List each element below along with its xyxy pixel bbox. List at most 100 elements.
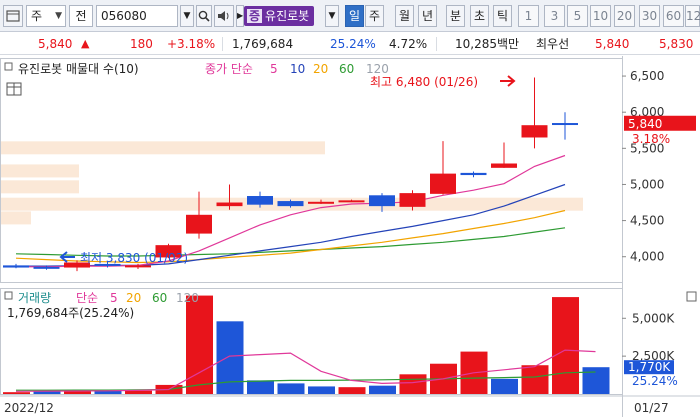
price-change: 180 <box>130 37 153 51</box>
candle-body[interactable] <box>216 202 243 207</box>
volume-bar[interactable] <box>247 380 274 394</box>
interval-tab-3[interactable]: 3 <box>544 5 565 27</box>
ma-period-5: 5 <box>270 62 278 76</box>
collapse-icon[interactable] <box>4 62 13 71</box>
candle-body[interactable] <box>338 200 365 203</box>
volume-bar[interactable] <box>521 365 549 394</box>
ma-period-20: 20 <box>313 62 328 76</box>
search-icon[interactable] <box>196 5 212 27</box>
interval-tab-10[interactable]: 10 <box>590 5 611 27</box>
ma-period-120: 120 <box>366 62 389 76</box>
ma-label: 종가 단순 <box>205 62 253 76</box>
period-select[interactable]: 전 <box>69 5 93 27</box>
interval-tab-5[interactable]: 5 <box>567 5 588 27</box>
market-select[interactable]: 주 ▼ <box>26 5 66 27</box>
price-tick-label: 6,500 <box>630 69 664 83</box>
current-price-tag: 5,840 <box>628 117 662 131</box>
priority-label: 최우선 <box>536 37 570 51</box>
candle-body[interactable] <box>552 123 578 126</box>
current-volume-tag: 1,770K <box>628 360 671 374</box>
volume-value: 1,769,684 <box>232 37 294 51</box>
ask-price: 5,840 <box>595 37 630 51</box>
vol-ma-period-120: 120 <box>176 291 199 305</box>
trade-amount: 10,285백만 <box>455 37 520 51</box>
candle-body[interactable] <box>3 265 29 268</box>
close-icon[interactable] <box>686 291 697 302</box>
volume-bar[interactable] <box>308 386 335 394</box>
volume-bar[interactable] <box>3 392 30 394</box>
speaker-icon[interactable] <box>214 5 234 27</box>
candle-body[interactable] <box>460 172 487 176</box>
chevron-right-icon[interactable]: ▶ <box>236 5 244 27</box>
candle-body[interactable] <box>277 201 304 207</box>
chevron-down-icon: ▼ <box>55 11 62 21</box>
period-tab-1[interactable]: 주 <box>365 5 384 27</box>
bid-price: 5,830 <box>659 37 694 51</box>
candle-body[interactable] <box>399 193 426 207</box>
candle-body[interactable] <box>186 214 212 234</box>
period-tab-2[interactable]: 월 <box>395 5 414 27</box>
high-price-note: 최고 6,480 (01/26) <box>370 75 478 89</box>
layout-icon[interactable] <box>3 5 23 27</box>
candle-body[interactable] <box>430 173 456 194</box>
period-tab-3[interactable]: 년 <box>418 5 437 27</box>
interval-tab-20[interactable]: 20 <box>614 5 635 27</box>
volume-ratio: 25.24% <box>330 37 376 51</box>
market-select-label: 주 <box>31 9 43 23</box>
chevron-down-icon[interactable]: ▼ <box>180 5 194 27</box>
chart-canvas[interactable]: 6,5006,0005,5005,0004,5004,000유진로봇 매물대 수… <box>0 56 700 417</box>
interval-tab-1[interactable]: 1 <box>518 5 539 27</box>
candle-body[interactable] <box>491 163 517 168</box>
chevron-down-icon[interactable]: ▼ <box>325 5 339 27</box>
current-pct-tag: 3.18% <box>632 132 670 146</box>
volume-bar[interactable] <box>125 390 152 394</box>
volume-bar[interactable] <box>277 383 305 394</box>
price-tick-label: 4,000 <box>630 250 664 264</box>
candle-body[interactable] <box>247 196 273 205</box>
stock-code-input[interactable] <box>96 5 178 27</box>
candle-body[interactable] <box>521 125 548 138</box>
up-arrow-icon: ▲ <box>81 37 90 50</box>
interval-tab-60[interactable]: 60 <box>663 5 684 27</box>
vol-ma-label: 단순 <box>76 291 98 305</box>
turnover-rate: 4.72% <box>389 37 428 51</box>
period-tab-0[interactable]: 일 <box>345 5 364 27</box>
price-panel-title: 유진로봇 매물대 수(10) <box>18 62 139 76</box>
current-price: 5,840 <box>38 37 73 51</box>
stock-name-label[interactable]: 증 유진로봇 <box>244 6 315 26</box>
volume-bar[interactable] <box>552 297 579 394</box>
candle-body[interactable] <box>308 201 334 204</box>
candle-body[interactable] <box>369 195 395 207</box>
stock-chart[interactable]: 6,500 6,000 5,500 5,000 4,500 4,000 유진로봇 매물대 수… <box>0 56 700 417</box>
volume-bar[interactable] <box>186 295 213 394</box>
candle-body[interactable] <box>125 265 151 268</box>
candle-body[interactable] <box>33 266 60 269</box>
x-axis-end-label: 01/27 <box>634 401 669 415</box>
interval-tab-30[interactable]: 30 <box>639 5 660 27</box>
ma-period-10: 10 <box>290 62 305 76</box>
divider <box>436 37 437 51</box>
interval-tab-12[interactable]: 12 <box>685 5 700 27</box>
volume-bar[interactable] <box>338 387 366 394</box>
period-tab-5[interactable]: 초 <box>470 5 489 27</box>
collapse-icon[interactable] <box>4 291 13 300</box>
period-tab-6[interactable]: 틱 <box>493 5 512 27</box>
volume-bar[interactable] <box>491 378 518 394</box>
volume-bar[interactable] <box>582 367 610 394</box>
volume-bar[interactable] <box>369 385 396 394</box>
vol-ma-period-5: 5 <box>110 291 118 305</box>
price-tick-label: 4,500 <box>630 214 664 228</box>
stock-name: 유진로봇 <box>265 9 310 23</box>
market-tag: 증 <box>247 9 263 23</box>
price-tick-label: 5,000 <box>630 177 664 191</box>
volume-profile-bar <box>1 164 79 178</box>
x-axis-start-label: 2022/12 <box>4 401 54 415</box>
period-tab-4[interactable]: 분 <box>446 5 465 27</box>
volume-tick-label: 5,000K <box>632 311 675 325</box>
vol-ma-period-20: 20 <box>126 291 141 305</box>
volume-profile-bar <box>1 180 79 194</box>
volume-bar[interactable] <box>399 374 427 394</box>
price-panel-border <box>0 58 623 283</box>
change-percent: +3.18% <box>167 37 216 51</box>
divider <box>222 37 223 51</box>
